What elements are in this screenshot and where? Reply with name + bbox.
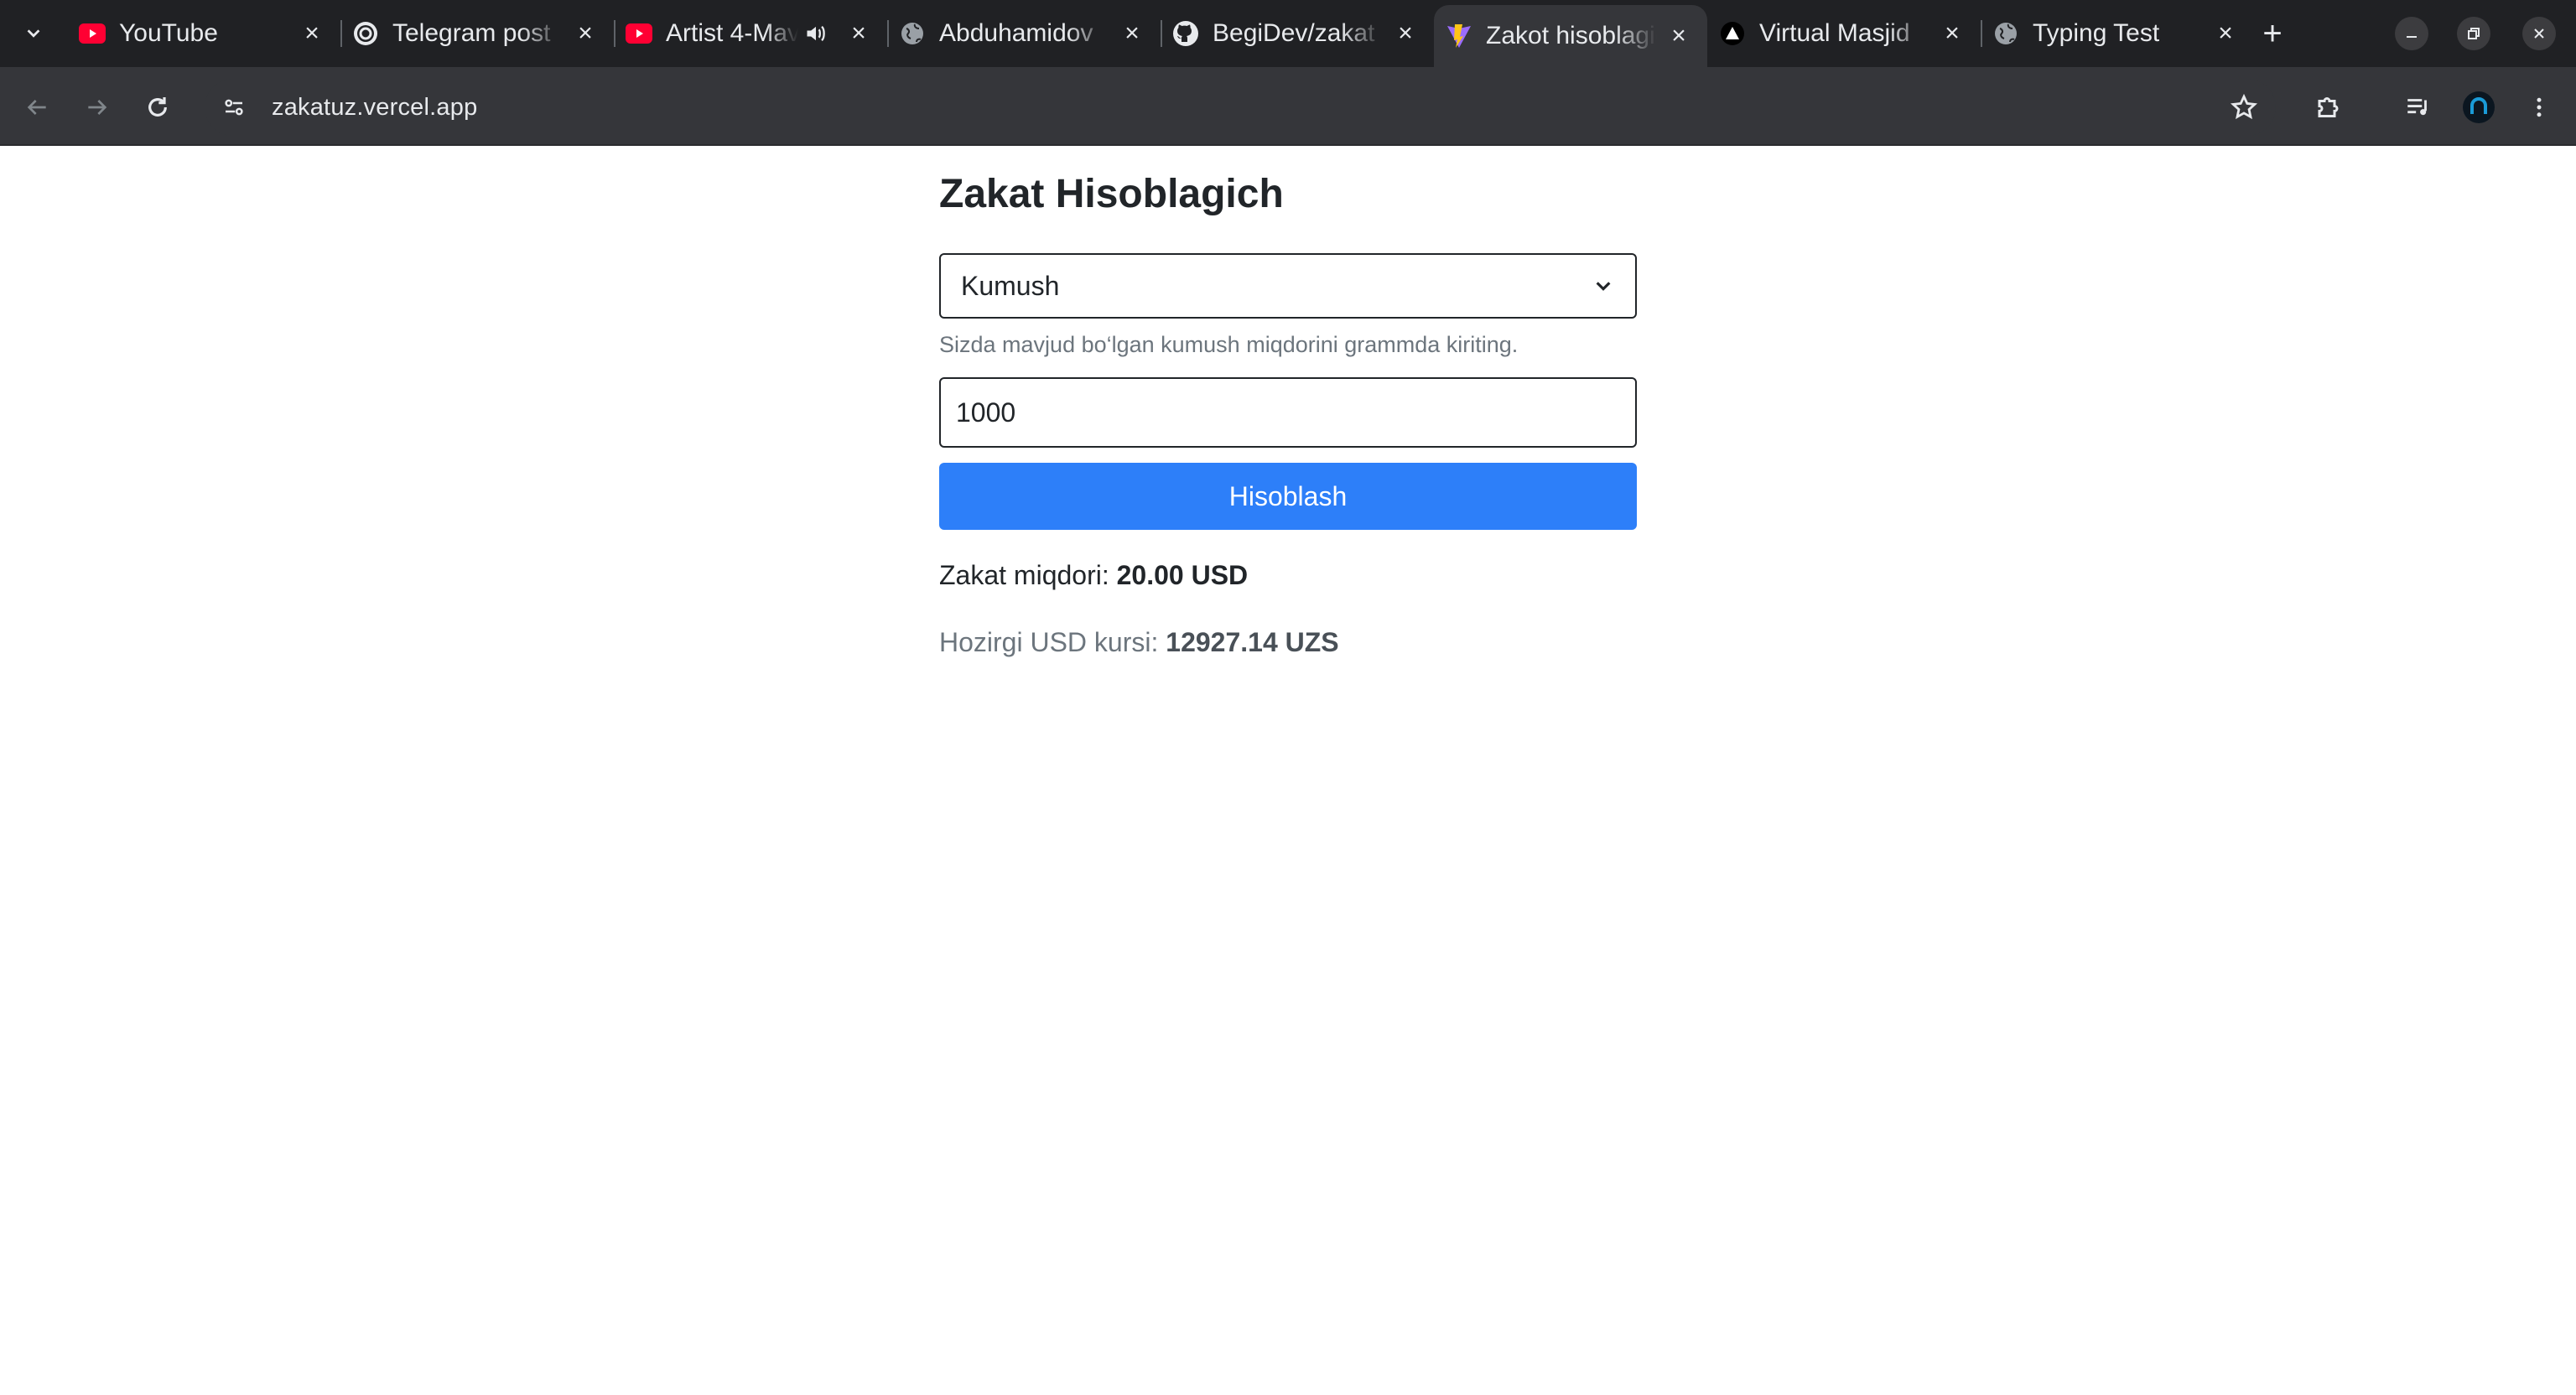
youtube-icon [626,20,652,47]
kebab-menu-icon [2537,97,2542,117]
chevron-down-icon [27,29,40,38]
tab-title: Zakot hisoblagich [1486,22,1657,49]
tab-artist[interactable]: Artist 4-Mavsum × [614,0,887,67]
tab-telegram-post[interactable]: Telegram post × [340,0,614,67]
tab-abduhamidov[interactable]: Abduhamidov × [887,0,1161,67]
browser-menu-button[interactable] [2517,86,2561,129]
profile-avatar[interactable] [2457,86,2501,129]
close-window-button[interactable] [2522,17,2556,50]
url-text: zakatuz.vercel.app [272,93,478,121]
restore-button[interactable] [2457,17,2490,50]
close-icon [2534,29,2544,39]
triangle-icon [1719,20,1746,47]
close-icon[interactable]: × [1390,18,1420,49]
calculate-button[interactable]: Hisoblash [939,463,1637,530]
browser-toolbar: zakatuz.vercel.app [0,67,2576,146]
globe-icon [899,20,926,47]
metal-select-value: Kumush [961,270,1060,301]
close-icon[interactable]: × [570,18,600,49]
close-icon[interactable]: × [1937,18,1967,49]
star-icon [2230,93,2258,120]
page-title: Zakat Hisoblagich [939,172,1284,216]
close-icon[interactable]: × [1117,18,1147,49]
media-control-button[interactable] [2397,86,2440,129]
tab-youtube[interactable]: YouTube × [67,0,340,67]
tab-title: Artist 4-Mavsum [666,19,798,47]
close-icon[interactable]: × [844,18,874,49]
site-info-icon[interactable] [213,86,255,128]
tab-title: YouTube [119,19,218,47]
tab-title: Virtual Masjid [1759,19,1910,47]
back-button[interactable] [15,86,59,129]
globe-icon [1992,20,2019,47]
extensions-button[interactable] [2308,86,2351,129]
github-icon [1172,20,1199,47]
tab-title: Abduhamidov [939,19,1093,47]
chevron-down-icon [1592,274,1615,298]
puzzle-icon [2318,97,2339,117]
rate-value: 12927.14 UZS [1166,627,1339,657]
arrow-left-icon [27,100,46,115]
playlist-icon [2407,99,2427,116]
tab-list: YouTube × Telegram post × Artist 4-Mavsu… [67,0,2254,67]
tab-strip: YouTube × Telegram post × Artist 4-Mavsu… [0,0,2576,67]
close-icon[interactable]: × [2210,18,2241,49]
reload-button[interactable] [136,86,179,129]
tab-title: BegiDev/zakat [1213,19,1375,47]
result-label: Zakat miqdori: [939,560,1109,590]
new-tab-button[interactable]: + [2252,13,2293,54]
result-value: 20.00 USD [1116,560,1249,590]
tab-github[interactable]: BegiDev/zakat × [1161,0,1434,67]
close-icon[interactable]: × [1664,21,1694,51]
zakat-result: Zakat miqdori: 20.00 USD [939,560,1248,591]
minimize-icon [2407,36,2417,38]
input-hint: Sizda mavjud bo‘lgan kumush miqdorini gr… [939,332,1519,357]
youtube-icon [79,20,106,47]
tab-search-button[interactable] [12,12,55,55]
rate-label: Hozirgi USD kursi: [939,627,1159,657]
reload-icon [148,97,167,117]
tab-typing-test[interactable]: Typing Test × [1981,0,2254,67]
close-icon[interactable]: × [297,18,327,49]
arrow-right-icon [88,100,107,115]
address-bar[interactable]: zakatuz.vercel.app [205,79,2276,136]
usd-rate: Hozirgi USD kursi: 12927.14 UZS [939,627,1339,658]
tab-zakot-hisoblagich[interactable]: Zakot hisoblagich × [1434,5,1707,67]
speaker-icon[interactable] [803,21,828,46]
minimize-button[interactable] [2395,17,2428,50]
openai-icon [352,20,379,47]
bookmark-button[interactable] [2222,86,2266,129]
vite-icon [1446,23,1472,49]
restore-icon [2468,28,2480,39]
forward-button[interactable] [75,86,119,129]
tab-title: Typing Test [2033,19,2160,47]
tab-virtual-masjid[interactable]: Virtual Masjid × [1707,0,1981,67]
amount-input[interactable] [939,377,1637,448]
avatar-icon [2463,91,2495,123]
metal-select[interactable]: Kumush [939,253,1637,319]
tab-title: Telegram post [392,19,551,47]
